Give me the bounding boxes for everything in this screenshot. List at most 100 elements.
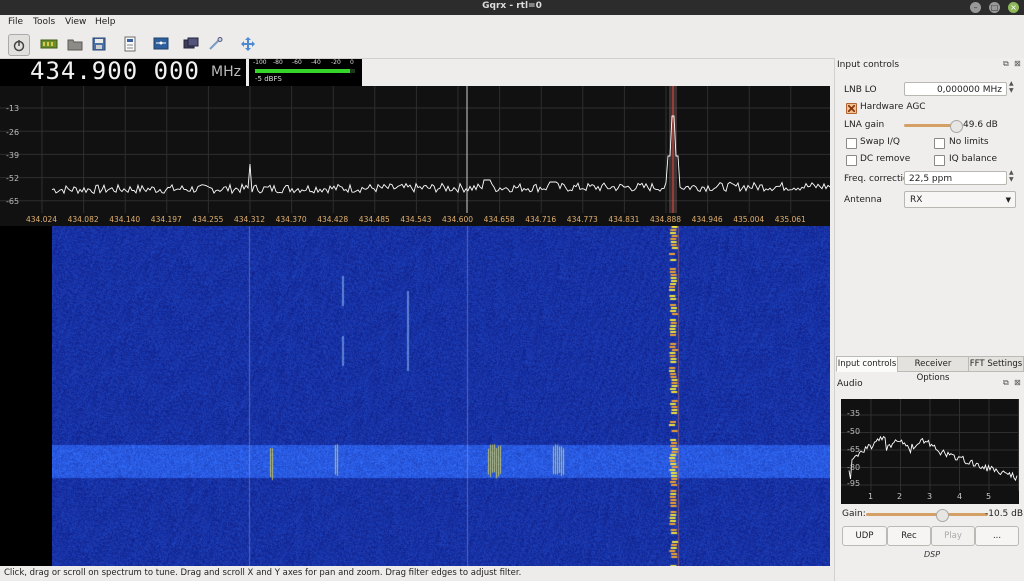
window-title: Gqrx - rtl=0 [482, 1, 542, 11]
meter-bar [255, 69, 355, 73]
toolbar [0, 30, 1024, 59]
tab-receiver-options[interactable]: Receiver Options [897, 356, 969, 383]
y-tick-label: -65 [6, 197, 20, 206]
x-tick-label: 434.485 [358, 215, 390, 224]
play-button[interactable]: Play [931, 526, 975, 546]
lna-gain-slider-knob[interactable] [950, 120, 964, 133]
move-icon[interactable] [238, 34, 258, 54]
power-icon[interactable] [8, 34, 30, 56]
audio-trace [848, 435, 1018, 482]
udp-button[interactable]: UDP [842, 526, 887, 546]
menu-view[interactable]: View [65, 17, 86, 27]
meter-tick: 0 [350, 59, 354, 66]
x-tick-label: 435.004 [733, 215, 765, 224]
freq-correction-spin-icon[interactable]: ▲ ▼ [1009, 169, 1014, 183]
y-tick-label: -26 [6, 128, 20, 137]
save-icon[interactable] [89, 34, 109, 54]
tab-fft-settings[interactable]: FFT Settings [968, 356, 1024, 372]
audio-gain-label: Gain: [842, 509, 866, 519]
frequency-unit: MHz [211, 64, 241, 80]
meter-fill [255, 69, 350, 73]
x-tick-label: 434.543 [400, 215, 432, 224]
lnb-lo-spin-icon[interactable]: ▲ ▼ [1009, 80, 1014, 94]
audio-fft-plot[interactable]: -35 -50 -65 -80 -95 1 2 3 4 5 [841, 399, 1019, 504]
meter-tick: -60 [292, 59, 302, 66]
dc-remove-checkbox[interactable] [846, 155, 857, 166]
dock-float-icon[interactable]: ⧉ [1003, 59, 1009, 69]
x-tick-label: 434.312 [234, 215, 266, 224]
status-bar: Click, drag or scroll on spectrum to tun… [0, 566, 834, 581]
dock-close-icon[interactable]: ⊠ [1014, 59, 1021, 68]
x-tick-label: 434.600 [442, 215, 474, 224]
frequency-value[interactable]: 434.900 000 [30, 57, 200, 85]
dc-remove-label: DC remove [860, 154, 911, 164]
freq-correction-input[interactable]: 22,5 ppm [904, 171, 1007, 185]
antenna-select[interactable]: RX ▼ [904, 191, 1016, 208]
meter-tick: -80 [273, 59, 283, 66]
tab-input-controls[interactable]: Input controls [836, 356, 898, 372]
menu-help[interactable]: Help [95, 17, 116, 27]
spectrum-canvas[interactable] [0, 86, 830, 226]
audio-gain-slider-knob[interactable] [935, 509, 949, 522]
no-limits-checkbox[interactable] [934, 138, 945, 149]
x-tick-label: 434.716 [525, 215, 557, 224]
x-tick-label: 434.428 [317, 215, 349, 224]
spectrum-plot[interactable]: -13 -26 -39 -52 -65 434.024 434.082 434.14… [0, 86, 830, 226]
lnb-lo-label: LNB LO [844, 85, 877, 95]
no-limits-label: No limits [949, 137, 989, 147]
waterfall-display[interactable] [0, 226, 830, 566]
meter-tick: -40 [311, 59, 321, 66]
dsp-label: DSP [924, 550, 941, 559]
x-tick-label: 434.255 [192, 215, 224, 224]
x-tick-label: 434.082 [67, 215, 99, 224]
audio-options-button[interactable]: ... [975, 526, 1019, 546]
audio-x-tick: 1 [868, 492, 874, 501]
swap-iq-checkbox[interactable] [846, 138, 857, 149]
hardware-agc-label: Hardware AGC [860, 102, 926, 112]
lnb-lo-input[interactable]: 0,000000 MHz [904, 82, 1007, 96]
x-tick-label: 434.773 [566, 215, 598, 224]
audio-gain-slider[interactable] [866, 513, 988, 516]
input-controls-title: Input controls [837, 60, 900, 70]
maximize-icon[interactable]: □ [989, 2, 1000, 13]
hardware-agc-checkbox[interactable] [846, 103, 857, 114]
menu-bar: File Tools View Help [0, 15, 1024, 30]
minimize-icon[interactable]: – [970, 2, 981, 13]
audio-y-tick: -35 [847, 409, 861, 418]
dock-float-icon[interactable]: ⧉ [1003, 378, 1009, 388]
x-tick-label: 434.024 [26, 215, 58, 224]
frequency-display[interactable]: 434.900 000 MHz [0, 57, 246, 86]
x-tick-label: 434.197 [150, 215, 182, 224]
audio-x-tick: 2 [897, 492, 903, 501]
antenna-label: Antenna [844, 195, 882, 205]
iq-balance-checkbox[interactable] [934, 155, 945, 166]
audio-x-tick: 5 [986, 492, 992, 501]
x-tick-label: 434.831 [608, 215, 640, 224]
menu-file[interactable]: File [8, 17, 23, 27]
x-tick-label: 434.370 [275, 215, 307, 224]
tools-icon[interactable] [206, 34, 226, 54]
waterfall-canvas[interactable] [52, 226, 830, 566]
record-button[interactable]: Rec [887, 526, 931, 546]
audio-title: Audio [837, 379, 863, 389]
audio-y-tick: -50 [847, 427, 861, 436]
right-dock-panel: Input controls ⧉ ⊠ LNB LO 0,000000 MHz ▲… [834, 58, 1024, 581]
device-config-icon[interactable] [151, 34, 171, 54]
x-tick-label: 434.946 [691, 215, 723, 224]
iq-balance-label: IQ balance [949, 154, 998, 164]
hardware-icon[interactable] [39, 34, 59, 54]
menu-tools[interactable]: Tools [33, 17, 55, 27]
screen-icon[interactable] [181, 34, 201, 54]
meter-tick: -20 [331, 59, 341, 66]
y-tick-label: -13 [6, 104, 20, 113]
dock-close-icon[interactable]: ⊠ [1014, 378, 1021, 387]
x-tick-label: 435.061 [774, 215, 806, 224]
close-icon[interactable]: × [1008, 2, 1019, 13]
audio-y-tick: -80 [847, 463, 861, 472]
folder-icon[interactable] [65, 34, 85, 54]
document-icon[interactable] [120, 34, 140, 54]
chevron-down-icon: ▼ [1005, 196, 1011, 204]
audio-gain-value: -10.5 dB [985, 509, 1024, 519]
lna-gain-label: LNA gain [844, 120, 885, 130]
audio-x-tick: 4 [957, 492, 963, 501]
